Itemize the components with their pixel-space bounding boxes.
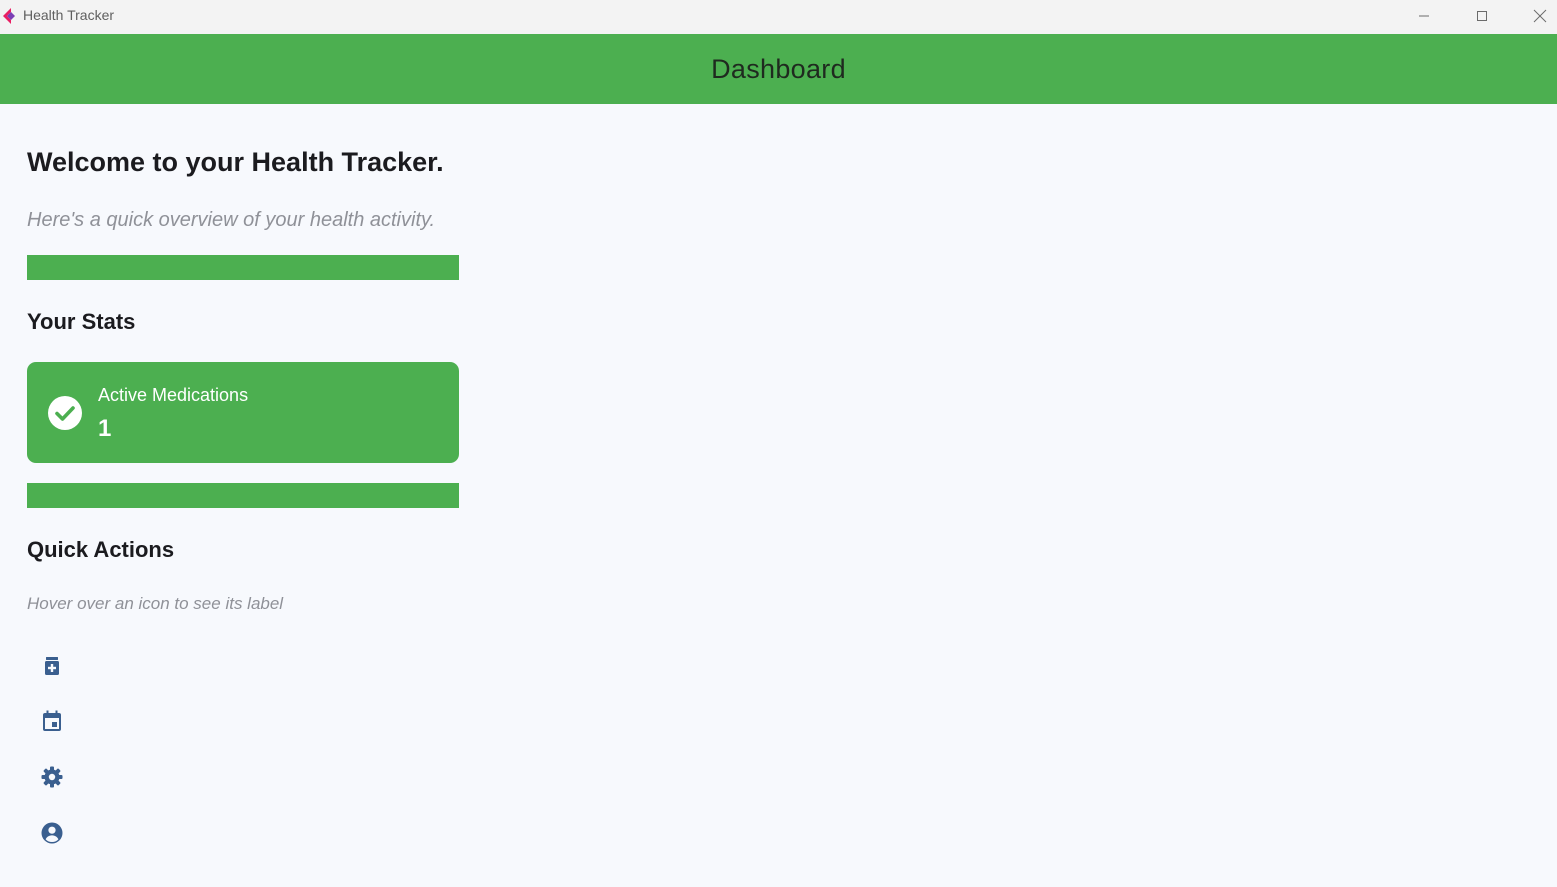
window-title: Health Tracker	[23, 7, 115, 23]
app-logo-icon	[3, 8, 15, 24]
page-title: Dashboard	[711, 53, 846, 84]
quick-actions-heading: Quick Actions	[27, 537, 175, 562]
calendar-icon	[43, 710, 61, 731]
welcome-heading: Welcome to your Health Tracker.	[27, 147, 444, 177]
close-icon	[1533, 9, 1547, 23]
medication-icon	[45, 657, 59, 675]
maximize-icon	[1477, 11, 1487, 21]
add-medication-button[interactable]	[32, 646, 72, 686]
welcome-subtitle: Here's a quick overview of your health a…	[27, 209, 436, 231]
window-titlebar: Health Tracker	[0, 0, 1557, 34]
profile-button[interactable]	[32, 813, 72, 853]
minimize-icon	[1419, 15, 1429, 17]
app-bar: Dashboard	[0, 34, 1557, 104]
account-circle-icon	[41, 822, 63, 844]
settings-gear-icon	[41, 766, 63, 788]
maximize-button[interactable]	[1459, 0, 1505, 32]
quick-actions-hint: Hover over an icon to see its label	[27, 594, 284, 613]
stat-value: 1	[98, 415, 112, 442]
section-divider	[27, 255, 459, 280]
stat-label: Active Medications	[98, 385, 249, 405]
section-divider	[27, 483, 459, 508]
active-medications-card[interactable]: Active Medications 1	[27, 362, 459, 463]
minimize-button[interactable]	[1401, 0, 1447, 32]
stats-heading: Your Stats	[27, 309, 136, 334]
settings-button[interactable]	[32, 757, 72, 797]
check-circle-icon	[48, 396, 82, 430]
close-button[interactable]	[1517, 0, 1557, 32]
appointments-button[interactable]	[32, 701, 72, 741]
